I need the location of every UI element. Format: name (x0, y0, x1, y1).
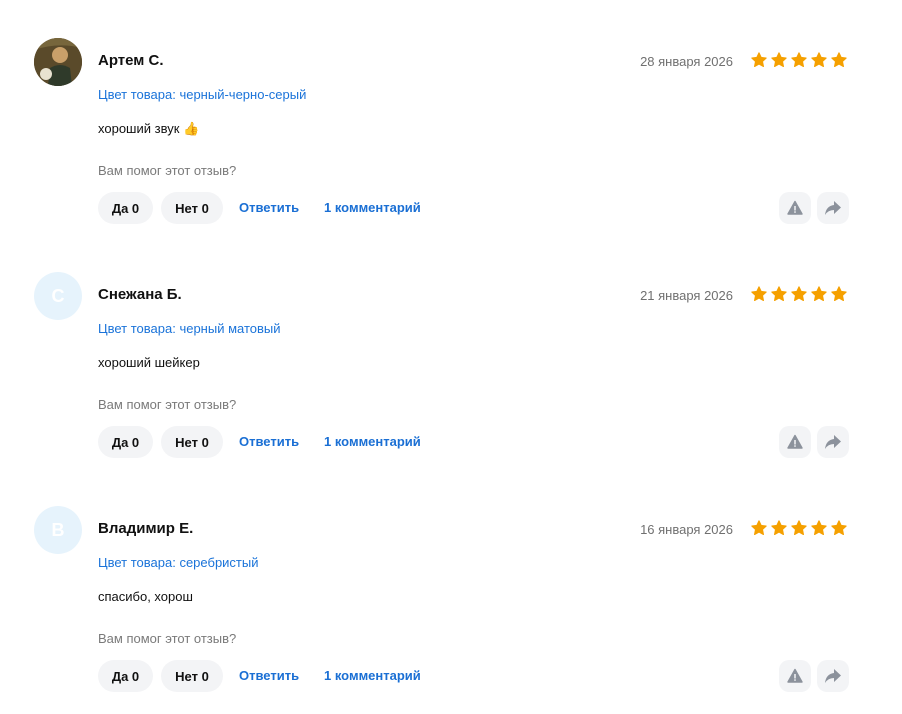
avatar: С (34, 272, 82, 320)
helpful-no-button[interactable]: Нет 0 (161, 426, 223, 458)
reply-link[interactable]: Ответить (239, 668, 299, 683)
warning-icon (787, 668, 803, 683)
rating-stars (750, 519, 848, 537)
report-button[interactable] (779, 660, 811, 692)
avatar-photo (34, 38, 82, 86)
star-icon (751, 286, 767, 302)
review-author: Артем С. (98, 52, 164, 69)
helpful-no-button[interactable]: Нет 0 (161, 660, 223, 692)
star-icon (751, 520, 767, 536)
rating-stars (750, 51, 848, 69)
review-date: 21 января 2026 (640, 288, 733, 303)
review-date: 16 января 2026 (640, 522, 733, 537)
star-icon (791, 52, 807, 68)
product-variant: Цвет товара: черный матовый (98, 321, 281, 336)
helpful-no-button[interactable]: Нет 0 (161, 192, 223, 224)
share-arrow-icon (825, 435, 841, 449)
star-icon (771, 286, 787, 302)
report-button[interactable] (779, 192, 811, 224)
helpful-yes-button[interactable]: Да 0 (98, 660, 153, 692)
share-arrow-icon (825, 669, 841, 683)
product-variant: Цвет товара: черный-черно-серый (98, 87, 307, 102)
star-icon (791, 520, 807, 536)
avatar: В (34, 506, 82, 554)
share-button[interactable] (817, 426, 849, 458)
star-icon (751, 52, 767, 68)
rating-stars (750, 285, 848, 303)
reply-link[interactable]: Ответить (239, 434, 299, 449)
helpful-question: Вам помог этот отзыв? (98, 397, 237, 412)
star-icon (811, 520, 827, 536)
review-card: Артем С. 28 января 2026 Цвет товара: чер… (0, 0, 902, 224)
star-icon (791, 286, 807, 302)
review-text: хороший шейкер (98, 355, 200, 370)
report-button[interactable] (779, 426, 811, 458)
helpful-question: Вам помог этот отзыв? (98, 163, 237, 178)
review-card: В Владимир Е. 16 января 2026 Цвет товара… (0, 468, 902, 692)
share-button[interactable] (817, 660, 849, 692)
reply-link[interactable]: Ответить (239, 200, 299, 215)
star-icon (831, 286, 847, 302)
comments-link[interactable]: 1 комментарий (324, 200, 421, 215)
share-arrow-icon (825, 201, 841, 215)
review-date: 28 января 2026 (640, 54, 733, 69)
helpful-yes-button[interactable]: Да 0 (98, 426, 153, 458)
star-icon (771, 52, 787, 68)
avatar (34, 38, 82, 86)
warning-icon (787, 200, 803, 215)
star-icon (811, 286, 827, 302)
comments-link[interactable]: 1 комментарий (324, 434, 421, 449)
helpful-question: Вам помог этот отзыв? (98, 631, 237, 646)
star-icon (771, 520, 787, 536)
review-text: хороший звук 👍 (98, 121, 200, 136)
helpful-yes-button[interactable]: Да 0 (98, 192, 153, 224)
review-card: С Снежана Б. 21 января 2026 Цвет товара:… (0, 234, 902, 458)
review-text: спасибо, хорош (98, 589, 193, 604)
star-icon (811, 52, 827, 68)
reviews-list: Артем С. 28 января 2026 Цвет товара: чер… (0, 0, 902, 714)
star-icon (831, 52, 847, 68)
comments-link[interactable]: 1 комментарий (324, 668, 421, 683)
star-icon (831, 520, 847, 536)
warning-icon (787, 434, 803, 449)
product-variant: Цвет товара: серебристый (98, 555, 259, 570)
review-author: Снежана Б. (98, 286, 182, 303)
review-author: Владимир Е. (98, 520, 194, 537)
share-button[interactable] (817, 192, 849, 224)
